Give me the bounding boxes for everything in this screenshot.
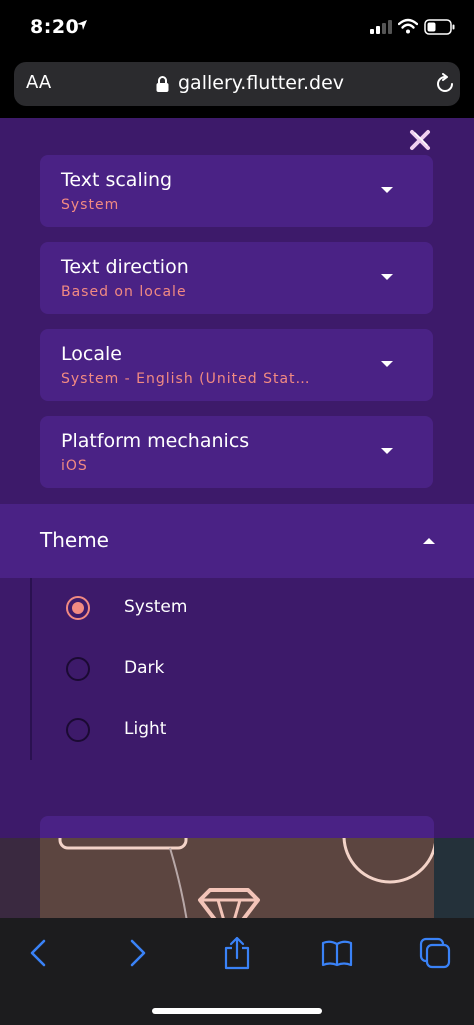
setting-value: Based on locale (61, 284, 187, 300)
cellular-signal-icon (370, 20, 392, 34)
status-bar: 8:20 (0, 0, 474, 58)
radio-label: Light (124, 719, 167, 739)
back-icon[interactable] (22, 936, 56, 970)
location-arrow-icon (77, 20, 87, 30)
browser-toolbar (0, 918, 474, 1025)
setting-value: iOS (61, 458, 88, 474)
gem-illustration-icon (58, 838, 434, 918)
reload-icon[interactable] (434, 73, 456, 95)
battery-icon (424, 19, 455, 35)
lock-icon (156, 76, 169, 92)
dropdown-arrow-icon (381, 361, 393, 367)
adjacent-card-right (434, 838, 474, 918)
status-time: 8:20 (30, 16, 80, 38)
theme-option-light[interactable]: Light (40, 700, 440, 760)
theme-option-system[interactable]: System (40, 578, 440, 638)
card-illustration (40, 838, 434, 918)
adjacent-card-left (0, 838, 40, 918)
theme-option-dark[interactable]: Dark (40, 639, 440, 699)
setting-text-scaling[interactable]: Text scaling System (40, 155, 433, 227)
close-icon[interactable] (406, 126, 434, 154)
url-text[interactable]: gallery.flutter.dev (178, 72, 344, 94)
setting-title: Text direction (61, 256, 189, 278)
divider (30, 578, 32, 760)
radio-checked-icon[interactable] (66, 596, 90, 620)
theme-options: System Dark Light (0, 578, 474, 760)
gallery-demo-card[interactable] (40, 816, 434, 918)
settings-panel: Text scaling System Text direction Based… (0, 118, 474, 838)
tabs-icon[interactable] (418, 936, 452, 970)
setting-title: Text scaling (61, 169, 173, 191)
radio-label: System (124, 597, 188, 617)
setting-locale[interactable]: Locale System - English (United Stat… (40, 329, 433, 401)
wifi-icon (398, 18, 418, 34)
dropdown-arrow-icon (381, 274, 393, 280)
dropdown-arrow-icon (381, 187, 393, 193)
setting-title: Locale (61, 343, 122, 365)
collapse-arrow-icon (423, 538, 435, 544)
text-size-button[interactable]: AA (26, 72, 51, 93)
setting-text-direction[interactable]: Text direction Based on locale (40, 242, 433, 314)
bookmarks-icon[interactable] (320, 936, 354, 970)
theme-section-header[interactable]: Theme (0, 504, 474, 578)
forward-icon[interactable] (120, 936, 154, 970)
radio-unchecked-icon[interactable] (66, 657, 90, 681)
url-bar[interactable]: AA gallery.flutter.dev (14, 62, 460, 106)
home-indicator[interactable] (152, 1008, 322, 1014)
radio-unchecked-icon[interactable] (66, 718, 90, 742)
share-icon[interactable] (220, 936, 254, 970)
dropdown-arrow-icon (381, 448, 393, 454)
setting-title: Platform mechanics (61, 430, 250, 452)
setting-platform-mechanics[interactable]: Platform mechanics iOS (40, 416, 433, 488)
setting-value: System (61, 197, 120, 213)
gallery-app: Text scaling System Text direction Based… (0, 118, 474, 918)
radio-label: Dark (124, 658, 165, 678)
theme-title: Theme (40, 528, 109, 552)
setting-value: System - English (United Stat… (61, 371, 311, 387)
